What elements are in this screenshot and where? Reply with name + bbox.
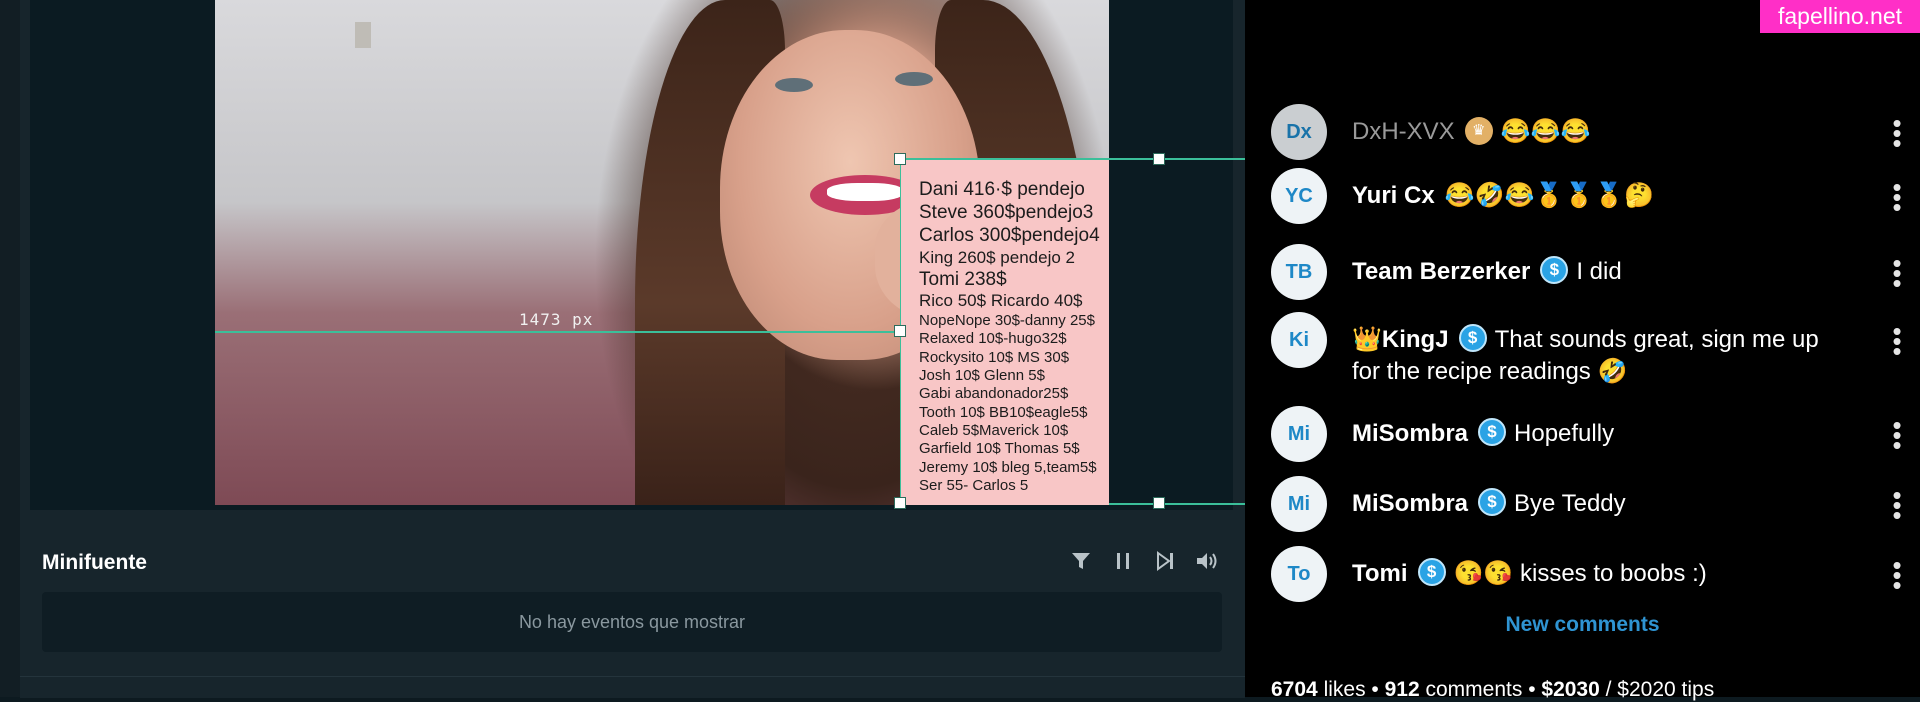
comment-username[interactable]: DxH-XVX [1352,118,1455,145]
comment-username[interactable]: Yuri Cx [1352,182,1435,209]
comment-text-block: Yuri Cx 😂🤣😂🥇🥇🥇🤔 [1352,180,1852,212]
likes-label: likes [1323,678,1366,701]
tips-list-overlay[interactable]: Dani 416·$ pendejo Steve 360$pendejo3 Carl… [901,160,1109,505]
tips-total: $2030 [1541,678,1600,701]
comment-message: Hopefully [1514,420,1615,447]
avatar[interactable]: Mi [1271,476,1327,532]
tips-list-line: Caleb 5$Maverick 10$ [919,421,1069,439]
resize-handle-top-left[interactable] [894,153,906,165]
comments-label: comments [1425,678,1523,701]
more-options-icon[interactable]: • • • [1892,412,1902,458]
teeth [827,183,903,201]
tips-list-line: Gabi abandonador25$ [919,385,1069,403]
comment-text-block: 👑KingJ $ That sounds great, sign me up for… [1352,324,1852,388]
tips-goal: / $2020 tips [1605,678,1715,701]
eye-right [895,72,933,86]
comment-message: Bye Teddy [1514,490,1626,517]
more-options-icon[interactable]: • • • [1892,482,1902,528]
comment-message: I did [1576,258,1622,285]
tips-list-line: Garfield 10$ Thomas 5$ [919,440,1080,458]
avatar[interactable]: Mi [1271,406,1327,462]
minifuente-toolbar [1068,548,1220,574]
canvas-area[interactable]: 1473 px Dani 416·$ pendejo Steve 360$pend… [30,0,1263,510]
tips-list-line: Rico 50$ Ricardo 40$ [919,291,1083,311]
tip-badge-icon: $ [1478,488,1507,516]
avatar[interactable]: YC [1271,168,1327,224]
comment-text-block: MiSombra $ Hopefully [1352,418,1852,450]
volume-icon[interactable] [1194,548,1220,574]
watermark: fapellino.net [1760,0,1920,33]
eye-left [775,78,813,92]
tips-list-line: Steve 360$pendejo3 [919,202,1094,224]
tips-list-line: Rockysito 10$ MS 30$ [919,348,1070,366]
measurement-label: 1473 px [519,310,594,329]
comments-count: 912 [1384,678,1420,701]
tips-list-line: Josh 10$ Glenn 5$ [919,367,1045,385]
tips-list-line: Ser 55- Carlos 5 [919,476,1029,494]
tips-list-line: Carlos 300$pendejo4 [919,225,1100,247]
filter-icon[interactable] [1068,548,1094,574]
resize-handle-top-right[interactable] [1153,153,1165,165]
comment-username[interactable]: Team Berzerker [1352,258,1530,285]
comment-message: 😂😂😂 [1500,118,1591,145]
tip-badge-icon: $ [1540,256,1569,284]
events-list: No hay eventos que mostrar [42,592,1222,652]
avatar[interactable]: To [1271,546,1327,602]
more-options-icon[interactable]: • • • [1892,552,1902,598]
skip-next-icon[interactable] [1152,548,1178,574]
avatar[interactable]: TB [1271,244,1327,300]
tip-badge-icon: $ [1478,418,1507,446]
new-comments-link[interactable]: New comments [1245,613,1920,637]
more-options-icon[interactable]: • • • [1892,174,1902,220]
bottom-panel-edge [20,676,1245,698]
measure-guide-line [215,331,901,333]
comment-username[interactable]: MiSombra [1352,420,1468,447]
tips-list-line: King 260$ pendejo 2 [919,247,1075,267]
comment-text-block: DxH-XVX ♛ 😂😂😂 [1352,116,1852,148]
more-options-icon[interactable]: • • • [1892,250,1902,296]
resize-handle-mid-left[interactable] [894,325,906,337]
comment-username[interactable]: Tomi [1352,560,1408,587]
resize-handle-bottom-right[interactable] [1153,497,1165,509]
comment-username[interactable]: MiSombra [1352,490,1468,517]
tips-list-line: Tomi 238$ [919,269,1007,291]
side-strip [0,0,20,697]
events-empty-message: No hay eventos que mostrar [518,611,746,632]
minifuente-title: Minifuente [42,551,147,574]
tips-list-line: Jeremy 10$ bleg 5,team5$ [919,458,1097,476]
comment-text-block: Tomi $ 😘😘 kisses to boobs :) [1352,558,1852,590]
studio-panel: 1473 px Dani 416·$ pendejo Steve 360$pend… [0,0,1263,698]
likes-count: 6704 [1271,678,1318,701]
tips-list-line: Dani 416·$ pendejo [919,179,1085,200]
avatar[interactable]: Ki [1271,312,1327,368]
crown-badge-icon: ♛ [1464,117,1493,145]
more-options-icon[interactable]: • • • [1892,318,1902,364]
tip-badge-icon: $ [1417,558,1446,586]
comment-text-block: Team Berzerker $ I did [1352,256,1852,288]
avatar[interactable]: Dx [1271,104,1327,160]
post-stats: 6704 likes • 912 comments • $2030 / $202… [1271,678,1715,701]
wall-switch [355,22,371,48]
tip-badge-icon: $ [1458,324,1487,352]
comments-panel: fapellino.net Dx DxH-XVX ♛ 😂😂😂 • • • YC Yuri Cx 😂… [1245,0,1920,701]
pause-icon[interactable] [1110,548,1136,574]
tips-list-line: Tooth 10$ BB10$eagle5$ [919,403,1088,421]
comment-username[interactable]: 👑KingJ [1352,326,1449,353]
more-options-icon[interactable]: • • • [1892,110,1902,156]
comment-message: 😘😘 kisses to boobs :) [1453,560,1707,587]
comment-message: 😂🤣😂🥇🥇🥇🤔 [1444,182,1654,209]
tips-list-line: Relaxed 10$-hugo32$ [919,330,1067,348]
comment-text-block: MiSombra $ Bye Teddy [1352,488,1852,520]
resize-handle-bottom-left[interactable] [894,497,906,509]
tips-list-line: NopeNope 30$-danny 25$ [919,312,1095,330]
